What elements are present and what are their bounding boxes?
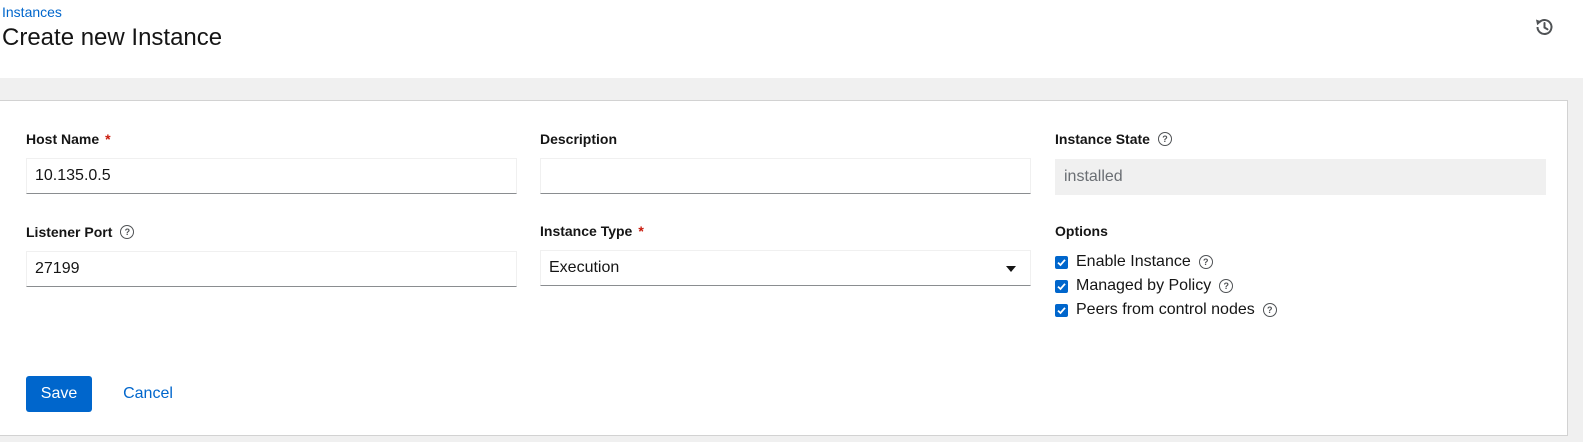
managed-by-policy-label: Managed by Policy <box>1076 277 1212 294</box>
help-icon[interactable]: ? <box>1219 279 1234 293</box>
description-label-row: Description <box>540 129 1031 149</box>
host-name-label-row: Host Name * <box>26 129 517 149</box>
instance-type-field: Instance Type * Execution <box>540 221 1031 287</box>
history-icon[interactable] <box>1533 16 1555 38</box>
instance-type-selected-value: Execution <box>549 259 620 276</box>
page-title: Create new Instance <box>2 24 223 51</box>
managed-by-policy-checkbox[interactable] <box>1055 279 1068 293</box>
options-label-row: Options <box>1055 221 1108 241</box>
instance-state-label-row: Instance State ? <box>1055 129 1546 149</box>
help-icon[interactable]: ? <box>1198 255 1213 269</box>
instance-state-field: Instance State ? installed <box>1055 129 1546 195</box>
options-label: Options <box>1055 223 1108 239</box>
managed-by-policy-option[interactable]: Managed by Policy ? <box>1055 276 1234 296</box>
save-button[interactable]: Save <box>26 376 92 412</box>
caret-down-icon <box>1006 266 1016 272</box>
peers-from-control-nodes-option[interactable]: Peers from control nodes ? <box>1055 300 1277 320</box>
form-card: Host Name * 10.135.0.5 Description Insta… <box>0 100 1568 436</box>
required-asterisk: * <box>638 223 644 239</box>
enable-instance-option[interactable]: Enable Instance ? <box>1055 252 1213 272</box>
help-icon[interactable]: ? <box>1262 303 1277 317</box>
required-asterisk: * <box>105 131 111 147</box>
host-name-label: Host Name <box>26 131 100 147</box>
enable-instance-checkbox[interactable] <box>1055 255 1068 269</box>
listener-port-field: Listener Port ? 27199 <box>26 222 517 288</box>
peers-from-control-nodes-checkbox[interactable] <box>1055 303 1068 317</box>
description-input[interactable] <box>540 158 1031 194</box>
cancel-button[interactable]: Cancel <box>112 376 184 412</box>
instance-state-label: Instance State <box>1055 131 1150 147</box>
description-label: Description <box>540 131 618 147</box>
help-icon[interactable]: ? <box>120 225 135 239</box>
instance-state-input: installed <box>1055 159 1546 195</box>
help-icon[interactable]: ? <box>1157 132 1172 146</box>
instance-type-select[interactable]: Execution <box>540 250 1031 286</box>
page-header: Instances Create new Instance <box>0 0 1583 78</box>
host-name-field: Host Name * 10.135.0.5 <box>26 129 517 195</box>
breadcrumb-instances-link[interactable]: Instances <box>2 4 62 20</box>
listener-port-label-row: Listener Port ? <box>26 222 517 242</box>
listener-port-input[interactable]: 27199 <box>26 251 517 287</box>
instance-type-label-row: Instance Type * <box>540 221 1031 241</box>
description-field: Description <box>540 129 1031 195</box>
instance-type-label: Instance Type <box>540 223 633 239</box>
enable-instance-label: Enable Instance <box>1076 253 1191 270</box>
peers-from-control-nodes-label: Peers from control nodes <box>1076 301 1255 318</box>
listener-port-label: Listener Port <box>26 224 113 240</box>
host-name-input[interactable]: 10.135.0.5 <box>26 158 517 194</box>
